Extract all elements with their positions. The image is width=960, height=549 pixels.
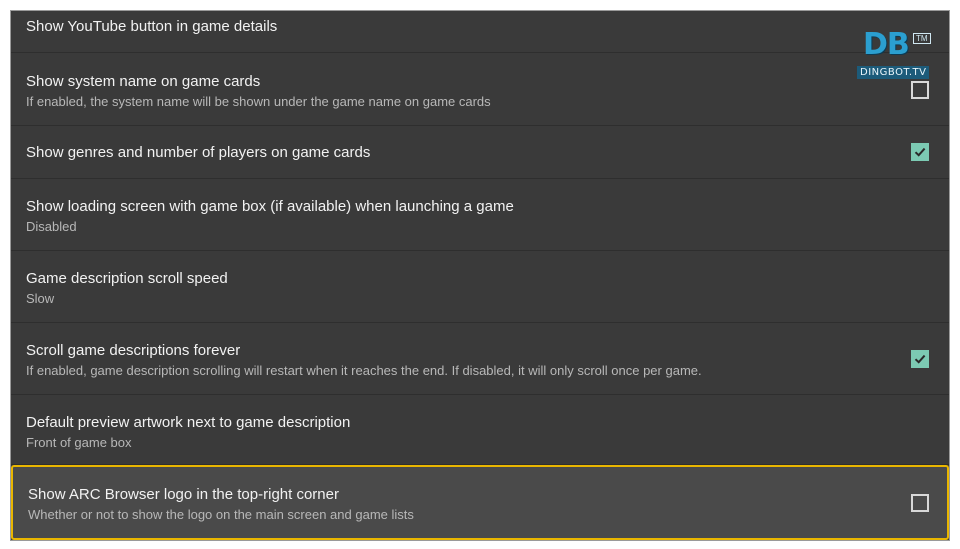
setting-row-show-youtube-button[interactable]: Show YouTube button in game details — [11, 11, 949, 53]
setting-title: Game description scroll speed — [26, 270, 228, 287]
checkmark-icon — [914, 147, 926, 157]
setting-row-preview-artwork[interactable]: Default preview artwork next to game des… — [11, 395, 949, 465]
checkbox-checked[interactable] — [911, 143, 929, 161]
setting-row-show-system-name[interactable]: Show system name on game cards If enable… — [11, 53, 949, 126]
setting-row-arc-logo[interactable]: Show ARC Browser logo in the top-right c… — [11, 465, 949, 540]
setting-title: Scroll game descriptions forever — [26, 342, 241, 359]
setting-row-loading-screen[interactable]: Show loading screen with game box (if av… — [11, 179, 949, 251]
setting-row-scroll-speed[interactable]: Game description scroll speed Slow — [11, 251, 949, 323]
checkbox-unchecked[interactable] — [911, 494, 929, 512]
setting-title: Show YouTube button in game details — [26, 18, 278, 35]
setting-title: Show system name on game cards — [26, 73, 261, 90]
watermark-text: DINGBOT.TV — [857, 66, 930, 79]
setting-value: Slow — [26, 291, 55, 306]
setting-title: Show ARC Browser logo in the top-right c… — [28, 486, 339, 503]
setting-value: Disabled — [26, 219, 77, 234]
checkbox-checked[interactable] — [911, 350, 929, 368]
watermark-logo: DB TM DINGBOT.TV — [857, 23, 937, 87]
watermark-letters: DB — [863, 27, 910, 62]
setting-description: If enabled, the system name will be show… — [26, 94, 491, 109]
settings-list: Show YouTube button in game details Show… — [10, 10, 950, 541]
setting-row-scroll-forever[interactable]: Scroll game descriptions forever If enab… — [11, 323, 949, 395]
checkmark-icon — [914, 354, 926, 364]
setting-title: Show loading screen with game box (if av… — [26, 198, 514, 215]
setting-title: Default preview artwork next to game des… — [26, 414, 351, 431]
setting-description: Whether or not to show the logo on the m… — [28, 507, 414, 522]
setting-row-show-genres[interactable]: Show genres and number of players on gam… — [11, 126, 949, 179]
trademark-mark: TM — [913, 33, 931, 44]
setting-description: If enabled, game description scrolling w… — [26, 363, 702, 378]
setting-title: Show genres and number of players on gam… — [26, 144, 371, 161]
setting-value: Front of game box — [26, 435, 132, 450]
